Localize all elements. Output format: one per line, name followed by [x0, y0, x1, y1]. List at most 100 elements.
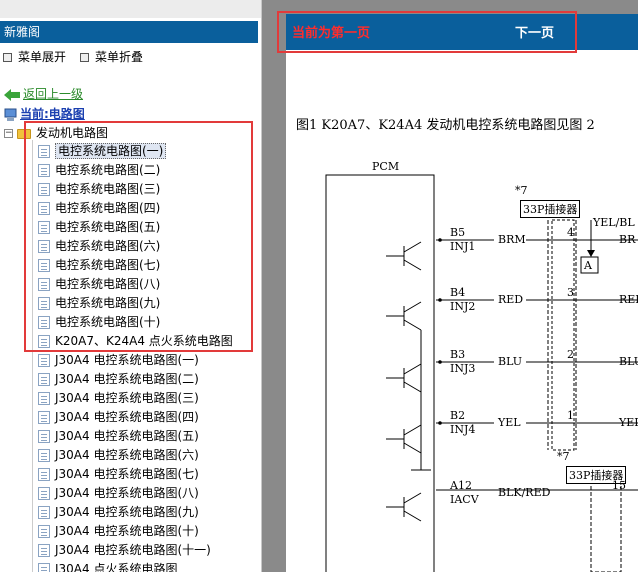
collapse-node-icon[interactable]: − — [4, 129, 13, 138]
tree-item[interactable]: J30A4 电控系统电路图(六) — [38, 446, 199, 463]
expand-icon — [3, 53, 12, 62]
tree-item[interactable]: J30A4 电控系统电路图(八) — [38, 484, 199, 501]
collapse-icon — [80, 53, 89, 62]
transistor-symbol — [386, 241, 422, 271]
pin-number: B2 — [450, 409, 466, 422]
pin-number: B3 — [450, 348, 466, 361]
wire-color-right: YEL — [619, 416, 638, 429]
wire-junction — [438, 298, 442, 302]
document-icon — [38, 392, 50, 405]
pin-signal: IACV — [450, 493, 479, 506]
tree-item-label: J30A4 电控系统电路图(九) — [55, 505, 199, 519]
connector-pin-number: 1 — [567, 409, 574, 422]
star-note-1: *7 — [515, 184, 528, 197]
tree-item-label: J30A4 电控系统电路图(三) — [55, 391, 199, 405]
pin-signal: INJ3 — [450, 362, 476, 375]
wire-group — [436, 238, 638, 425]
viewer-panel: 当前为第一页 下一页 图1 K20A7、K24A4 发动机电控系统电路图见图 2… — [262, 0, 638, 572]
document-icon — [38, 506, 50, 519]
transistor-symbol — [386, 492, 422, 522]
tree-item[interactable]: J30A4 电控系统电路图(五) — [38, 427, 199, 444]
tree-item-label: J30A4 电控系统电路图(二) — [55, 372, 199, 386]
box-a-label: A — [584, 259, 592, 272]
wire-label-yelbl: YEL/BL — [593, 216, 635, 229]
wire-color-right: BR — [619, 233, 636, 246]
tree-item-label: J30A4 电控系统电路图(十) — [55, 524, 199, 538]
document-icon — [38, 354, 50, 367]
highlight-box — [24, 121, 253, 352]
connector-pin-number: 15 — [612, 479, 626, 492]
document-icon — [38, 449, 50, 462]
tree-item-label: J30A4 点火系统电路图 — [55, 562, 178, 572]
document-icon — [38, 487, 50, 500]
tree-panel: 新雅阁 菜单展开 菜单折叠 返回上一级 当前:电路图 − 发动机电路图 电控系统电… — [0, 0, 262, 572]
document-icon — [38, 411, 50, 424]
pin-number: B4 — [450, 286, 466, 299]
tree-item[interactable]: J30A4 电控系统电路图(一) — [38, 351, 199, 368]
tree-item[interactable]: J30A4 电控系统电路图(九) — [38, 503, 199, 520]
tree-item[interactable]: J30A4 电控系统电路图(二) — [38, 370, 199, 387]
document-icon — [38, 525, 50, 538]
menu-expand-label: 菜单展开 — [18, 50, 67, 64]
tree-item-label: J30A4 电控系统电路图(十一) — [55, 543, 211, 557]
pin-signal: INJ4 — [450, 423, 476, 436]
connector-pin-number: 4 — [567, 226, 574, 239]
arrow-a-head — [587, 250, 595, 257]
star-note-2: *7 — [557, 450, 570, 463]
wire-color: BRM — [498, 233, 526, 246]
tree-item-label: J30A4 电控系统电路图(五) — [55, 429, 199, 443]
transistor-symbol — [386, 363, 422, 393]
tree-item[interactable]: J30A4 电控系统电路图(十) — [38, 522, 199, 539]
tree-item[interactable]: J30A4 电控系统电路图(三) — [38, 389, 199, 406]
wire-junction — [438, 360, 442, 364]
wire-color: BLK/RED — [498, 486, 551, 499]
current-location-label: 当前:电路图 — [20, 107, 85, 121]
pin-signal: INJ1 — [450, 240, 476, 253]
menu-collapse-button[interactable]: 菜单折叠 — [80, 48, 143, 65]
pin-number: A12 — [450, 479, 472, 492]
document-icon — [38, 563, 50, 572]
wire-junction — [438, 238, 442, 242]
tree-item[interactable]: J30A4 点火系统电路图 — [38, 560, 177, 572]
panel-title: 新雅阁 — [0, 21, 258, 43]
connector-2-body — [590, 479, 622, 572]
back-link[interactable]: 返回上一级 — [4, 85, 83, 102]
panel-top-bar — [0, 0, 261, 18]
computer-icon — [4, 108, 17, 121]
wire-color-right: RED — [619, 293, 638, 306]
back-link-label: 返回上一级 — [23, 87, 84, 101]
nav-highlight-box — [277, 11, 577, 53]
pcm-box — [325, 174, 435, 572]
wire-color-right: BLU — [619, 355, 638, 368]
diagram-caption: 图1 K20A7、K24A4 发动机电控系统电路图见图 2 — [296, 118, 595, 133]
connector-label-1: 33P插接器 — [520, 200, 581, 218]
transistor-symbol — [386, 301, 422, 331]
pin-number: B5 — [450, 226, 466, 239]
tree-item-label: J30A4 电控系统电路图(七) — [55, 467, 199, 481]
tree-item-label: J30A4 电控系统电路图(八) — [55, 486, 199, 500]
transistor-group — [386, 241, 422, 522]
wire-color: YEL — [498, 416, 521, 429]
pin-signal: INJ2 — [450, 300, 476, 313]
document-icon — [38, 468, 50, 481]
transistor-symbol — [386, 424, 422, 454]
wire-junction — [438, 421, 442, 425]
document-icon — [38, 544, 50, 557]
tree-item-label: J30A4 电控系统电路图(一) — [55, 353, 199, 367]
wire-color: RED — [498, 293, 524, 306]
tree-item-label: J30A4 电控系统电路图(六) — [55, 448, 199, 462]
tree-item[interactable]: J30A4 电控系统电路图(十一) — [38, 541, 211, 558]
wire-color: BLU — [498, 355, 523, 368]
menu-collapse-label: 菜单折叠 — [95, 50, 144, 64]
pcm-label: PCM — [372, 160, 400, 173]
tree-item[interactable]: J30A4 电控系统电路图(四) — [38, 408, 199, 425]
connector-pin-number: 3 — [567, 286, 574, 299]
current-location: 当前:电路图 — [4, 105, 85, 122]
menu-expand-button[interactable]: 菜单展开 — [3, 48, 66, 65]
connector-pin-number: 2 — [567, 348, 574, 361]
tree-item[interactable]: J30A4 电控系统电路图(七) — [38, 465, 199, 482]
document-icon — [38, 430, 50, 443]
back-arrow-icon — [4, 88, 20, 101]
document-icon — [38, 373, 50, 386]
tree-item-label: J30A4 电控系统电路图(四) — [55, 410, 199, 424]
